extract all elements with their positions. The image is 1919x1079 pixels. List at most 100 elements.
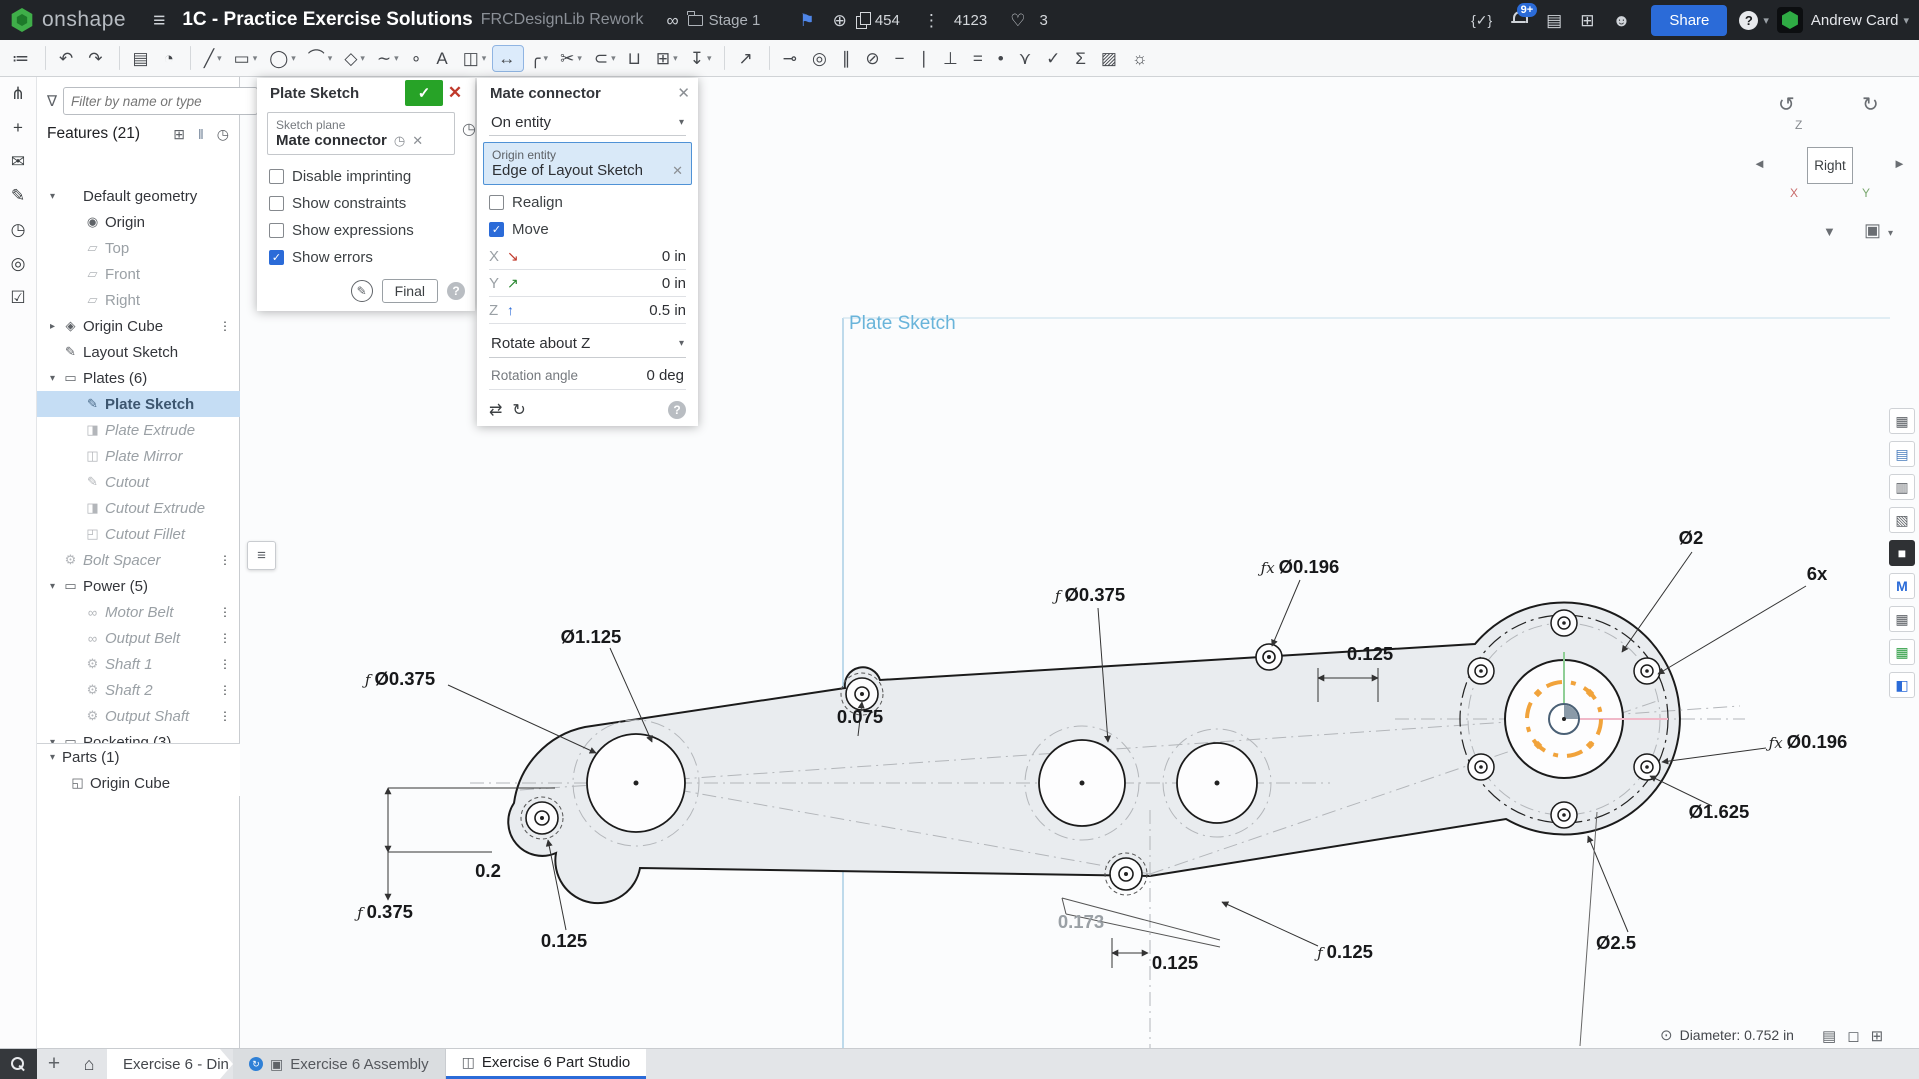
toolbar-button[interactable] (190, 46, 191, 70)
feature-tree-item[interactable]: ◫ Plate Mirror (37, 443, 240, 469)
toolbar-button[interactable]: ⊔ (623, 46, 649, 71)
dimension-label[interactable]: ƒ0.125 (1317, 941, 1373, 963)
y-offset-value[interactable]: 0 in (662, 275, 686, 292)
toolbar-button[interactable]: ◔ (159, 46, 182, 71)
feature-tree-item[interactable]: ▱ Right (37, 287, 240, 313)
dialog-checkbox[interactable]: Move (477, 216, 698, 243)
feature-tree-item[interactable]: ∞ Output Belt ⋮ (37, 625, 240, 651)
toolbar-button[interactable]: ▭▾ (229, 46, 263, 71)
performance-icon[interactable]: ◷ (217, 126, 229, 143)
new-folder-icon[interactable]: ⊞ (173, 126, 185, 143)
snapshot-icon[interactable]: ◻ (1847, 1027, 1859, 1045)
dock-panel-icon-2[interactable]: ▤ (1889, 441, 1915, 467)
dimension-label[interactable]: Ø2 (1675, 527, 1704, 549)
feature-list-toggle-button[interactable]: ≡ (247, 541, 276, 570)
dialog-checkbox[interactable]: Show errors (257, 244, 475, 271)
flip-axis-icon[interactable]: ⇄ (489, 400, 502, 420)
toolbar-button[interactable] (769, 46, 770, 70)
variables-icon[interactable]: {✓} (1471, 13, 1492, 27)
user-menu-caret-icon[interactable]: ▾ (1903, 14, 1909, 27)
rotate-right-icon[interactable]: ↻ (1862, 92, 1879, 117)
dimension-label[interactable]: Ø1.125 (557, 626, 622, 648)
feature-tree-item[interactable]: ◨ Plate Extrude (37, 417, 240, 443)
dimension-label[interactable]: ƒ0.375 (357, 901, 413, 923)
toolbar-button[interactable]: ↧▾ (685, 46, 717, 71)
rotation-angle-value[interactable]: 0 deg (646, 367, 684, 384)
toolbar-button[interactable] (119, 46, 120, 70)
assistant-icon[interactable]: ☻ (1612, 12, 1630, 29)
toolbar-button[interactable]: ⊞▾ (651, 46, 683, 71)
entity-mode-select[interactable]: On entity ▾ (489, 110, 686, 136)
print-icon[interactable]: ▤ (1822, 1027, 1836, 1045)
clear-entity-icon[interactable]: ✕ (672, 163, 683, 179)
feature-tree-item[interactable]: ▾ ▭ Power (5) (37, 573, 240, 599)
toolbar-button[interactable]: ↷ (83, 46, 110, 71)
feature-tree-item[interactable]: ∞ Motor Belt ⋮ (37, 599, 240, 625)
toolbar-button[interactable] (45, 46, 46, 70)
feature-tree-item[interactable]: ⚙ Bolt Spacer ⋮ (37, 547, 240, 573)
feature-tree-item[interactable]: ✎ Layout Sketch (37, 339, 240, 365)
toolbar-button[interactable]: ✓ (1041, 46, 1068, 71)
dimension-label[interactable]: ƒxØ0.196 (1769, 731, 1848, 753)
close-icon[interactable]: ✕ (677, 84, 690, 102)
rotate-about-select[interactable]: Rotate about Z ▾ (489, 330, 686, 358)
toolbar-button[interactable]: ◎ (807, 46, 835, 71)
feature-tree-item[interactable]: ◰ Cutout Fillet (37, 521, 240, 547)
toolbar-button[interactable]: ◫▾ (458, 46, 492, 71)
y-offset-row[interactable]: Y ↗ 0 in (489, 270, 686, 297)
comment-icon[interactable]: ✉ (11, 153, 25, 170)
toolbar-button[interactable]: ◯▾ (264, 46, 301, 71)
dimension-label[interactable]: 0.173 (1054, 911, 1104, 933)
dimension-label[interactable]: 6x (1803, 563, 1828, 585)
tab-part-studio[interactable]: ◫ Exercise 6 Part Studio (446, 1049, 647, 1079)
link-icon[interactable]: ∞ (666, 12, 678, 29)
toolbar-button[interactable]: ↔ (493, 46, 523, 71)
home-tab-button[interactable]: ⌂ (71, 1049, 107, 1079)
view-cube-icon[interactable]: ▣ (1864, 220, 1881, 241)
feature-tree-item[interactable]: ▱ Top (37, 235, 240, 261)
toolbar-button[interactable]: ⊸ (778, 46, 805, 71)
dock-panel-icon-4[interactable]: ▧ (1889, 507, 1915, 533)
feature-tree-item[interactable]: ⚙ Shaft 1 ⋮ (37, 651, 240, 677)
toolbar-button[interactable]: ∼▾ (372, 46, 404, 71)
toolbar-button[interactable]: ▤ (128, 46, 157, 71)
chevron-icon[interactable]: ▾ (45, 191, 60, 202)
grid-icon[interactable]: ⊞ (1871, 1027, 1884, 1045)
view-cube-face[interactable]: Right (1807, 147, 1853, 184)
help-icon[interactable]: ? (1739, 11, 1758, 30)
dock-panel-icon-1[interactable]: ▦ (1889, 408, 1915, 434)
toolbar-button[interactable]: ∥ (837, 46, 859, 71)
dialog-checkbox[interactable]: Realign (477, 189, 698, 216)
toolbar-button[interactable]: ╱▾ (199, 46, 227, 71)
reorient-icon[interactable]: ↻ (512, 400, 525, 420)
toolbar-button[interactable]: ☼ (1127, 46, 1156, 71)
feature-tree-item[interactable]: ▸ ◈ Origin Cube ⋮ (37, 313, 240, 339)
insert-icon[interactable]: + (13, 119, 23, 136)
toolbar-button[interactable]: − (890, 46, 913, 71)
dimension-label[interactable]: Ø1.625 (1685, 801, 1750, 823)
dialog-checkbox[interactable]: Show expressions (257, 217, 475, 244)
feature-tree-item[interactable]: ✎ Cutout (37, 469, 240, 495)
add-tab-button[interactable]: + (37, 1049, 71, 1079)
accept-button[interactable]: ✓ (405, 80, 443, 106)
toolbar-button[interactable]: ⊂▾ (589, 46, 621, 71)
stage-breadcrumb[interactable]: Stage 1 (688, 12, 761, 29)
toolbar-button[interactable]: ↶ (54, 46, 81, 71)
item-menu-dots-icon[interactable]: ⋮ (219, 553, 240, 567)
toolbar-button[interactable]: Σ (1070, 46, 1094, 71)
item-menu-dots-icon[interactable]: ⋮ (219, 709, 240, 723)
thumbs-up-icon[interactable]: ♡ (1010, 12, 1025, 29)
dialog-checkbox[interactable]: Show constraints (257, 190, 475, 217)
cancel-button[interactable]: ✕ (443, 80, 467, 106)
rotation-angle-row[interactable]: Rotation angle 0 deg (489, 362, 686, 390)
feature-tree-item[interactable]: ⚙ Shaft 2 ⋮ (37, 677, 240, 703)
feature-tree-item[interactable]: ▾ ▭ Pocketing (3) (37, 729, 240, 743)
globe-icon[interactable]: ⊕ (833, 12, 847, 29)
clear-selection-icon[interactable]: ✕ (412, 133, 423, 149)
item-menu-dots-icon[interactable]: ⋮ (219, 605, 240, 619)
toolbar-button[interactable]: ✂▾ (555, 46, 587, 71)
dimension-label[interactable]: 0.075 (833, 706, 883, 728)
feature-tree-item[interactable]: ◨ Cutout Extrude (37, 495, 240, 521)
mate-connector-button[interactable]: ◷ (462, 119, 476, 139)
dialog-help-icon[interactable]: ? (447, 282, 465, 300)
